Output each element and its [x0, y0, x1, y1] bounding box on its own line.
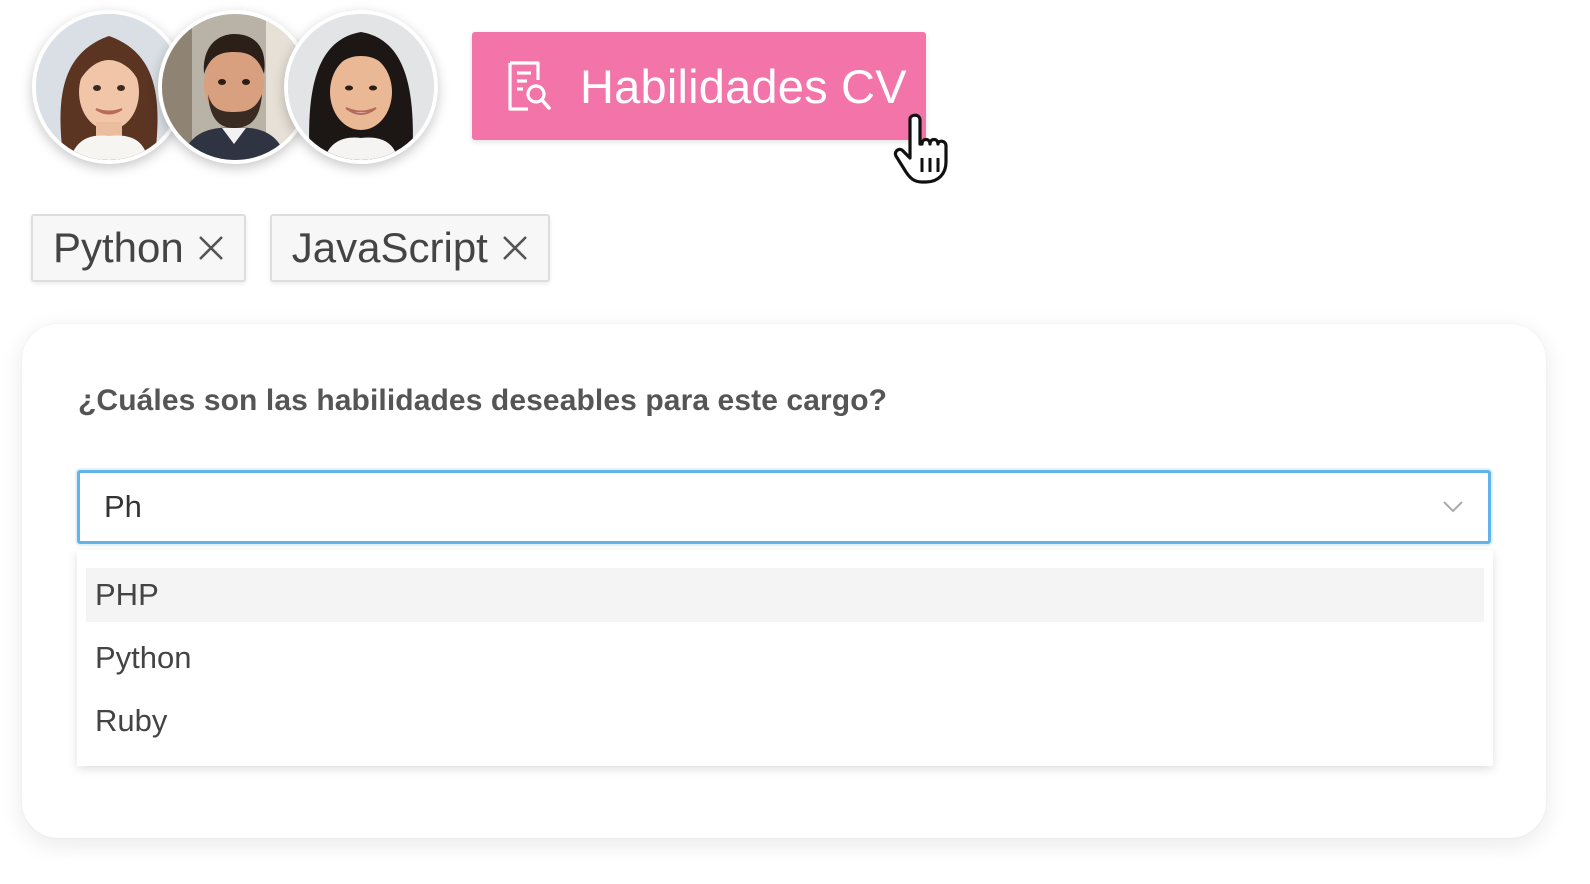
selected-skill-tags: Python JavaScript: [31, 214, 550, 282]
question-label: ¿Cuáles son las habilidades deseables pa…: [78, 384, 888, 417]
skill-tag-label: Python: [53, 224, 184, 271]
dropdown-option-ruby[interactable]: Ruby: [86, 694, 1484, 748]
dropdown-option-php[interactable]: PHP: [86, 568, 1484, 622]
avatar: [284, 10, 438, 164]
chevron-down-icon[interactable]: [1442, 500, 1464, 514]
close-icon[interactable]: [502, 235, 528, 261]
dropdown-option-python[interactable]: Python: [86, 631, 1484, 685]
skills-search-input-value[interactable]: Ph: [104, 489, 1442, 525]
close-icon[interactable]: [198, 235, 224, 261]
cv-skills-button-label: Habilidades CV: [580, 59, 907, 113]
skills-search-input[interactable]: Ph: [77, 470, 1491, 544]
skills-dropdown-menu: PHP Python Ruby: [77, 550, 1493, 766]
skill-tag-javascript: JavaScript: [269, 214, 550, 282]
page: Habilidades CV Python JavaScript ¿Cuáles…: [0, 0, 1590, 884]
skill-tag-label: JavaScript: [291, 224, 488, 271]
document-search-icon: [508, 61, 551, 111]
skills-question-card: ¿Cuáles son las habilidades deseables pa…: [22, 324, 1546, 838]
cv-skills-button[interactable]: Habilidades CV: [472, 32, 926, 140]
skill-tag-python: Python: [31, 214, 246, 282]
hand-pointer-cursor-icon: [893, 113, 948, 184]
avatar-woman-black-hair-image: [288, 14, 434, 160]
